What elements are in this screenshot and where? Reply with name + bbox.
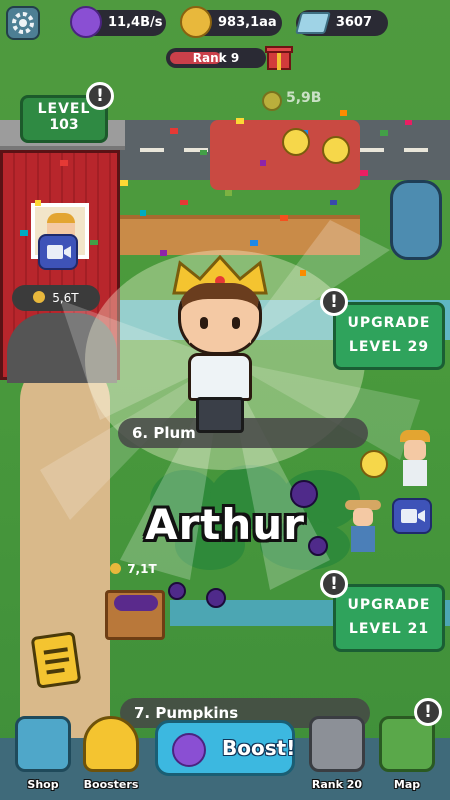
character-eye	[232, 317, 240, 329]
upgrade-button-warehouse[interactable]: UPGRADE LEVEL 29	[333, 302, 445, 370]
nav-shop[interactable]: Shop	[12, 716, 74, 791]
upgrade-title: UPGRADE	[347, 315, 431, 331]
coin-icon	[110, 563, 121, 574]
upgrade-alert-icon[interactable]: !	[320, 570, 348, 598]
sleep-coin-icon	[172, 733, 206, 767]
character-shirt	[188, 353, 252, 401]
character-name: Arthur	[145, 500, 305, 549]
upgrade-alert-icon[interactable]: !	[320, 288, 348, 316]
nav-shop-label: Shop	[27, 778, 59, 791]
locked-temple-icon	[309, 716, 365, 772]
rank-label: Rank 9	[192, 51, 240, 65]
character-head	[178, 283, 262, 355]
nav-rank[interactable]: Rank 20	[306, 716, 368, 791]
happy-face-icon	[322, 136, 350, 164]
nav-map-label: Map	[393, 778, 421, 791]
plum-icon	[206, 588, 226, 608]
map-alert-icon[interactable]: !	[414, 698, 442, 726]
plum-video-boost-button[interactable]	[392, 498, 432, 534]
quest-clipboard-icon[interactable]	[30, 631, 82, 689]
nav-boosters[interactable]: Boosters	[80, 716, 142, 791]
nav-map[interactable]: Map	[376, 716, 438, 791]
upgrade-button-plum[interactable]: UPGRADE LEVEL 21	[333, 584, 445, 652]
settings-button[interactable]	[6, 6, 40, 40]
boost-label: Boost!	[222, 736, 296, 760]
character-pants	[196, 397, 244, 433]
potion-icon	[83, 716, 139, 772]
worker-character[interactable]	[345, 500, 381, 556]
boost-button[interactable]: Boost!	[155, 720, 295, 776]
sleep-income-value: 11,4B/s	[108, 15, 163, 30]
plum-icon	[290, 480, 318, 508]
upgrade-level: LEVEL 21	[348, 621, 430, 637]
plum-icon	[168, 582, 186, 600]
plum-icon	[308, 536, 328, 556]
character-eye	[200, 317, 208, 329]
coins-value: 983,1aa	[218, 15, 277, 30]
gear-icon	[12, 12, 34, 34]
nav-rank-label: Rank 20	[311, 778, 363, 791]
shop-diamond-icon	[15, 716, 71, 772]
featured-character[interactable]	[160, 255, 280, 445]
happy-face-icon	[360, 450, 388, 478]
gift-icon[interactable]	[264, 42, 294, 72]
rank-progress-bar[interactable]: Rank 9	[166, 48, 266, 68]
video-icon	[401, 509, 425, 523]
diamonds-pill[interactable]: 3607	[295, 10, 388, 36]
upgrade-level: LEVEL 29	[348, 339, 430, 355]
nav-boosters-label: Boosters	[83, 778, 139, 791]
plum-field-price: 7,1T	[110, 562, 157, 576]
happy-face-icon	[282, 128, 310, 156]
sleep-income-pill: 11,4B/s	[70, 6, 166, 38]
diamond-icon	[295, 12, 331, 34]
upgrade-title: UPGRADE	[347, 597, 431, 613]
coin-icon	[180, 6, 212, 38]
coins-pill: 983,1aa	[180, 6, 282, 38]
sleep-zz-icon	[70, 6, 102, 38]
diamonds-value: 3607	[335, 15, 372, 30]
worker-character[interactable]	[398, 430, 432, 490]
